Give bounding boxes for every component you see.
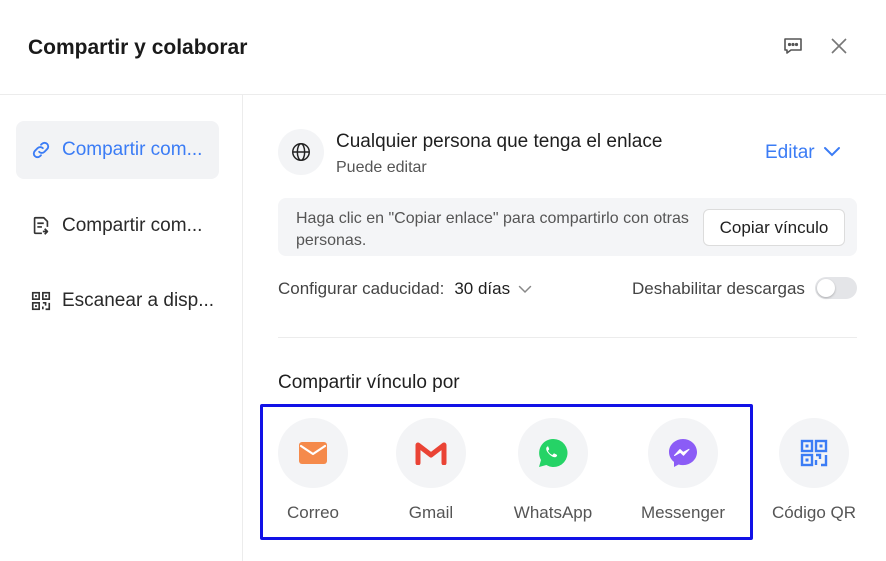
chevron-down-icon xyxy=(518,279,532,299)
mail-icon xyxy=(278,418,348,488)
feedback-icon[interactable] xyxy=(780,33,806,59)
access-title: Cualquier persona que tenga el enlace xyxy=(336,131,663,152)
expiry-label: Configurar caducidad: xyxy=(278,279,445,298)
gmail-icon xyxy=(396,418,466,488)
qr-code-icon xyxy=(779,418,849,488)
link-icon xyxy=(30,139,52,161)
sidebar-item-label: Compartir com... xyxy=(62,139,203,160)
share-via-title: Compartir vínculo por xyxy=(278,372,460,393)
share-option-qr-code[interactable]: Código QR xyxy=(754,418,874,528)
sidebar-item-label: Compartir com... xyxy=(62,215,203,236)
share-option-email[interactable]: Correo xyxy=(253,418,373,528)
messenger-icon xyxy=(648,418,718,488)
sidebar-item-label: Escanear a disp... xyxy=(62,290,215,311)
share-option-label: Messenger xyxy=(640,503,726,522)
share-option-label: Código QR xyxy=(771,503,857,522)
dialog-title: Compartir y colaborar xyxy=(28,36,248,59)
sidebar: Compartir com... Compartir com... Escane… xyxy=(0,95,243,561)
share-option-label: WhatsApp xyxy=(513,503,593,522)
access-permission: Puede editar xyxy=(336,159,427,176)
qr-icon xyxy=(30,290,52,312)
globe-icon xyxy=(278,129,324,175)
disable-downloads-toggle[interactable] xyxy=(815,277,857,299)
expiry-setting: Configurar caducidad: 30 días xyxy=(278,279,532,299)
whatsapp-icon xyxy=(518,418,588,488)
main-panel: Cualquier persona que tenga el enlace Pu… xyxy=(244,95,886,561)
share-option-messenger[interactable]: Messenger xyxy=(623,418,743,528)
sidebar-item-share-link[interactable]: Compartir com... xyxy=(16,121,219,179)
toggle-knob xyxy=(817,279,835,297)
chevron-down-icon xyxy=(823,142,841,164)
expiry-dropdown[interactable]: 30 días xyxy=(454,279,532,299)
share-option-gmail[interactable]: Gmail xyxy=(371,418,491,528)
divider xyxy=(278,337,857,338)
copy-link-button[interactable]: Copiar vínculo xyxy=(703,209,845,246)
disable-downloads-label: Deshabilitar descargas xyxy=(632,279,805,298)
close-icon[interactable] xyxy=(826,33,852,59)
file-share-icon xyxy=(30,215,52,237)
share-option-whatsapp[interactable]: WhatsApp xyxy=(493,418,613,528)
sidebar-item-share-file[interactable]: Compartir com... xyxy=(16,197,219,255)
dialog-header: Compartir y colaborar xyxy=(0,0,886,95)
expiry-value: 30 días xyxy=(454,279,511,298)
share-option-label: Gmail xyxy=(408,503,454,522)
share-option-label: Correo xyxy=(287,503,339,522)
copy-link-box: Haga clic en "Copiar enlace" para compar… xyxy=(278,198,857,256)
edit-label: Editar xyxy=(765,142,815,163)
edit-button[interactable]: Editar xyxy=(765,142,841,164)
sidebar-item-scan-device[interactable]: Escanear a disp... xyxy=(16,272,219,330)
copy-hint: Haga clic en "Copiar enlace" para compar… xyxy=(296,210,689,249)
